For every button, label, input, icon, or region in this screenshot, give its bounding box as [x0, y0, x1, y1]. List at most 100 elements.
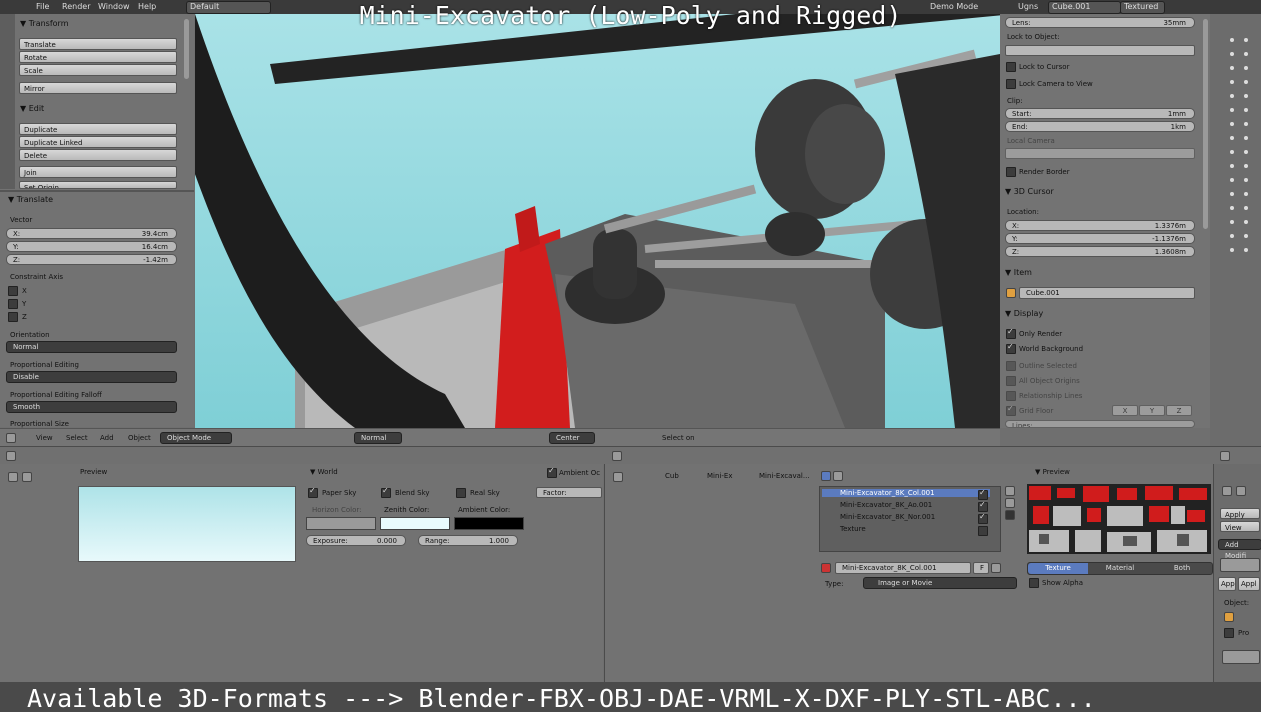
slot-menu-icon[interactable] — [1005, 510, 1015, 520]
duplicate-button[interactable]: Duplicate — [19, 123, 177, 135]
mode-dropdown[interactable]: Object Mode — [160, 432, 232, 444]
move-up-icon[interactable] — [1005, 486, 1015, 496]
editor-type-icon[interactable] — [6, 433, 16, 443]
translate-button[interactable]: Translate — [19, 38, 177, 50]
display-header[interactable]: ▼ Display — [1005, 309, 1043, 318]
blend-sky-checkbox[interactable] — [381, 486, 391, 498]
proportional-falloff-dropdown[interactable]: Smooth — [6, 401, 177, 413]
join-button[interactable]: Join — [19, 166, 177, 178]
add-modifier-dropdown[interactable]: Add Modifi — [1218, 539, 1261, 560]
all-origins-checkbox[interactable] — [1006, 376, 1016, 386]
texture-slot-empty[interactable]: Texture — [822, 525, 866, 533]
pin-icon[interactable] — [613, 472, 623, 482]
local-camera-field[interactable] — [1005, 148, 1195, 159]
3d-cursor-header[interactable]: ▼ 3D Cursor — [1005, 187, 1054, 196]
preserve-checkbox[interactable] — [1224, 628, 1234, 638]
grid-y-button[interactable]: Y — [1139, 405, 1165, 416]
3d-viewport[interactable] — [195, 14, 1000, 428]
add-icon[interactable] — [8, 472, 18, 482]
constraint-y-checkbox[interactable] — [8, 299, 18, 309]
cursor-x-field[interactable]: X: 1.3376m — [1005, 220, 1195, 231]
texture-slot-nor[interactable]: Mini-Excavator_8K_Nor.001 — [822, 513, 935, 521]
pivot-selector[interactable]: Center — [549, 432, 595, 444]
ambient-color-swatch[interactable] — [454, 517, 524, 530]
grid-z-button[interactable]: Z — [1166, 405, 1192, 416]
apply-button[interactable]: Apply — [1220, 508, 1260, 519]
item-header[interactable]: ▼ Item — [1005, 268, 1032, 277]
vector-x-field[interactable]: X: 39.4cm — [6, 228, 177, 239]
texture-slot-ao[interactable]: Mini-Excavator_8K_Ao.001 — [822, 501, 932, 509]
relationship-lines-checkbox[interactable] — [1006, 391, 1016, 401]
cursor-z-field[interactable]: Z: 1.3608m — [1005, 246, 1195, 257]
texture-slot-col[interactable]: Mini-Excavator_8K_Col.001 — [822, 489, 990, 497]
lock-object-field[interactable] — [1005, 45, 1195, 56]
vector-z-field[interactable]: Z: -1.42m — [6, 254, 177, 265]
set-origin-button[interactable]: Set Origin — [19, 181, 177, 189]
rotate-button[interactable]: Rotate — [19, 51, 177, 63]
orientation-selector[interactable]: Normal — [354, 432, 402, 444]
real-sky-checkbox[interactable] — [456, 488, 466, 498]
properties-editor-icon[interactable] — [6, 451, 16, 461]
material-texture-icon[interactable] — [833, 471, 843, 481]
constraint-x-checkbox[interactable] — [8, 286, 18, 296]
show-alpha-checkbox[interactable] — [1029, 578, 1039, 588]
ao-factor-field[interactable]: Factor: — [536, 487, 602, 498]
outliner[interactable] — [1210, 14, 1261, 446]
orientation-dropdown[interactable]: Normal — [6, 341, 177, 353]
slot-col-enabled-checkbox[interactable] — [978, 488, 988, 500]
grid-x-button[interactable]: X — [1112, 405, 1138, 416]
texture-type-dropdown[interactable]: Image or Movie — [863, 577, 1017, 589]
range-field[interactable]: Range: 1.000 — [418, 535, 518, 546]
grid-floor-checkbox[interactable] — [1006, 404, 1016, 416]
texture-editor-icon[interactable] — [612, 451, 622, 461]
object-data-icon[interactable] — [1222, 486, 1232, 496]
texture-slot-list[interactable]: Mini-Excavator_8K_Col.001 Mini-Excavator… — [819, 486, 1001, 552]
world-texture-icon[interactable] — [821, 471, 831, 481]
move-down-icon[interactable] — [1005, 498, 1015, 508]
clip-start-field[interactable]: Start: 1mm — [1005, 108, 1195, 119]
item-name-field[interactable]: Cube.001 — [1019, 287, 1195, 299]
tab-material[interactable]: Material — [1090, 563, 1150, 574]
add-menu[interactable]: Add — [100, 434, 114, 442]
delete-button[interactable]: Delete — [19, 149, 177, 161]
lines-field[interactable]: Lines: — [1005, 420, 1195, 428]
duplicate-linked-button[interactable]: Duplicate Linked — [19, 136, 177, 148]
unlink-icon[interactable] — [991, 563, 1001, 573]
view-menu[interactable]: View — [36, 434, 53, 442]
render-border-checkbox[interactable] — [1006, 167, 1016, 177]
slot-ao-enabled-checkbox[interactable] — [978, 500, 988, 512]
modifier-editor-icon[interactable] — [1220, 451, 1230, 461]
vector-y-field[interactable]: Y: 16.4cm — [6, 241, 177, 252]
outline-selected-checkbox[interactable] — [1006, 361, 1016, 371]
ambient-occlusion-checkbox[interactable] — [547, 466, 557, 478]
modifier-footer[interactable] — [1222, 650, 1260, 664]
breadcrumb-material[interactable]: Mini-Ex — [707, 472, 732, 480]
texture-name-field[interactable]: Mini-Excavator_8K_Col.001 — [835, 562, 971, 574]
scale-button[interactable]: Scale — [19, 64, 177, 76]
zenith-color-swatch[interactable] — [380, 517, 450, 530]
exposure-field[interactable]: Exposure: 0.000 — [306, 535, 406, 546]
close-icon[interactable] — [22, 472, 32, 482]
operator-header[interactable]: ▼ Translate — [8, 195, 53, 204]
mirror-button[interactable]: Mirror — [19, 82, 177, 94]
tool-tabs[interactable] — [0, 14, 15, 189]
n-panel-scrollbar[interactable] — [1203, 19, 1208, 229]
paper-sky-checkbox[interactable] — [308, 486, 318, 498]
constraint-z-checkbox[interactable] — [8, 312, 18, 322]
clip-end-field[interactable]: End: 1km — [1005, 121, 1195, 132]
proportional-editing-dropdown[interactable]: Disable — [6, 371, 177, 383]
apply-as-shape-button[interactable]: Appl — [1238, 577, 1260, 591]
cursor-y-field[interactable]: Y: -1.1376m — [1005, 233, 1195, 244]
horizon-color-swatch[interactable] — [306, 517, 376, 530]
breadcrumb-texture[interactable]: Mini-Excaval... — [759, 472, 810, 480]
apply-modifier-button[interactable]: App — [1218, 577, 1236, 591]
edit-header[interactable]: ▼ Edit — [20, 104, 44, 113]
slot-empty-enabled-checkbox[interactable] — [978, 526, 988, 536]
breadcrumb-object[interactable]: Cub — [665, 472, 679, 480]
modifier-header[interactable] — [1220, 558, 1260, 572]
tab-texture[interactable]: Texture — [1028, 563, 1088, 574]
view-button[interactable]: View — [1220, 521, 1260, 532]
select-menu[interactable]: Select — [66, 434, 88, 442]
lock-to-cursor-checkbox[interactable] — [1006, 62, 1016, 72]
world-background-checkbox[interactable] — [1006, 342, 1016, 354]
